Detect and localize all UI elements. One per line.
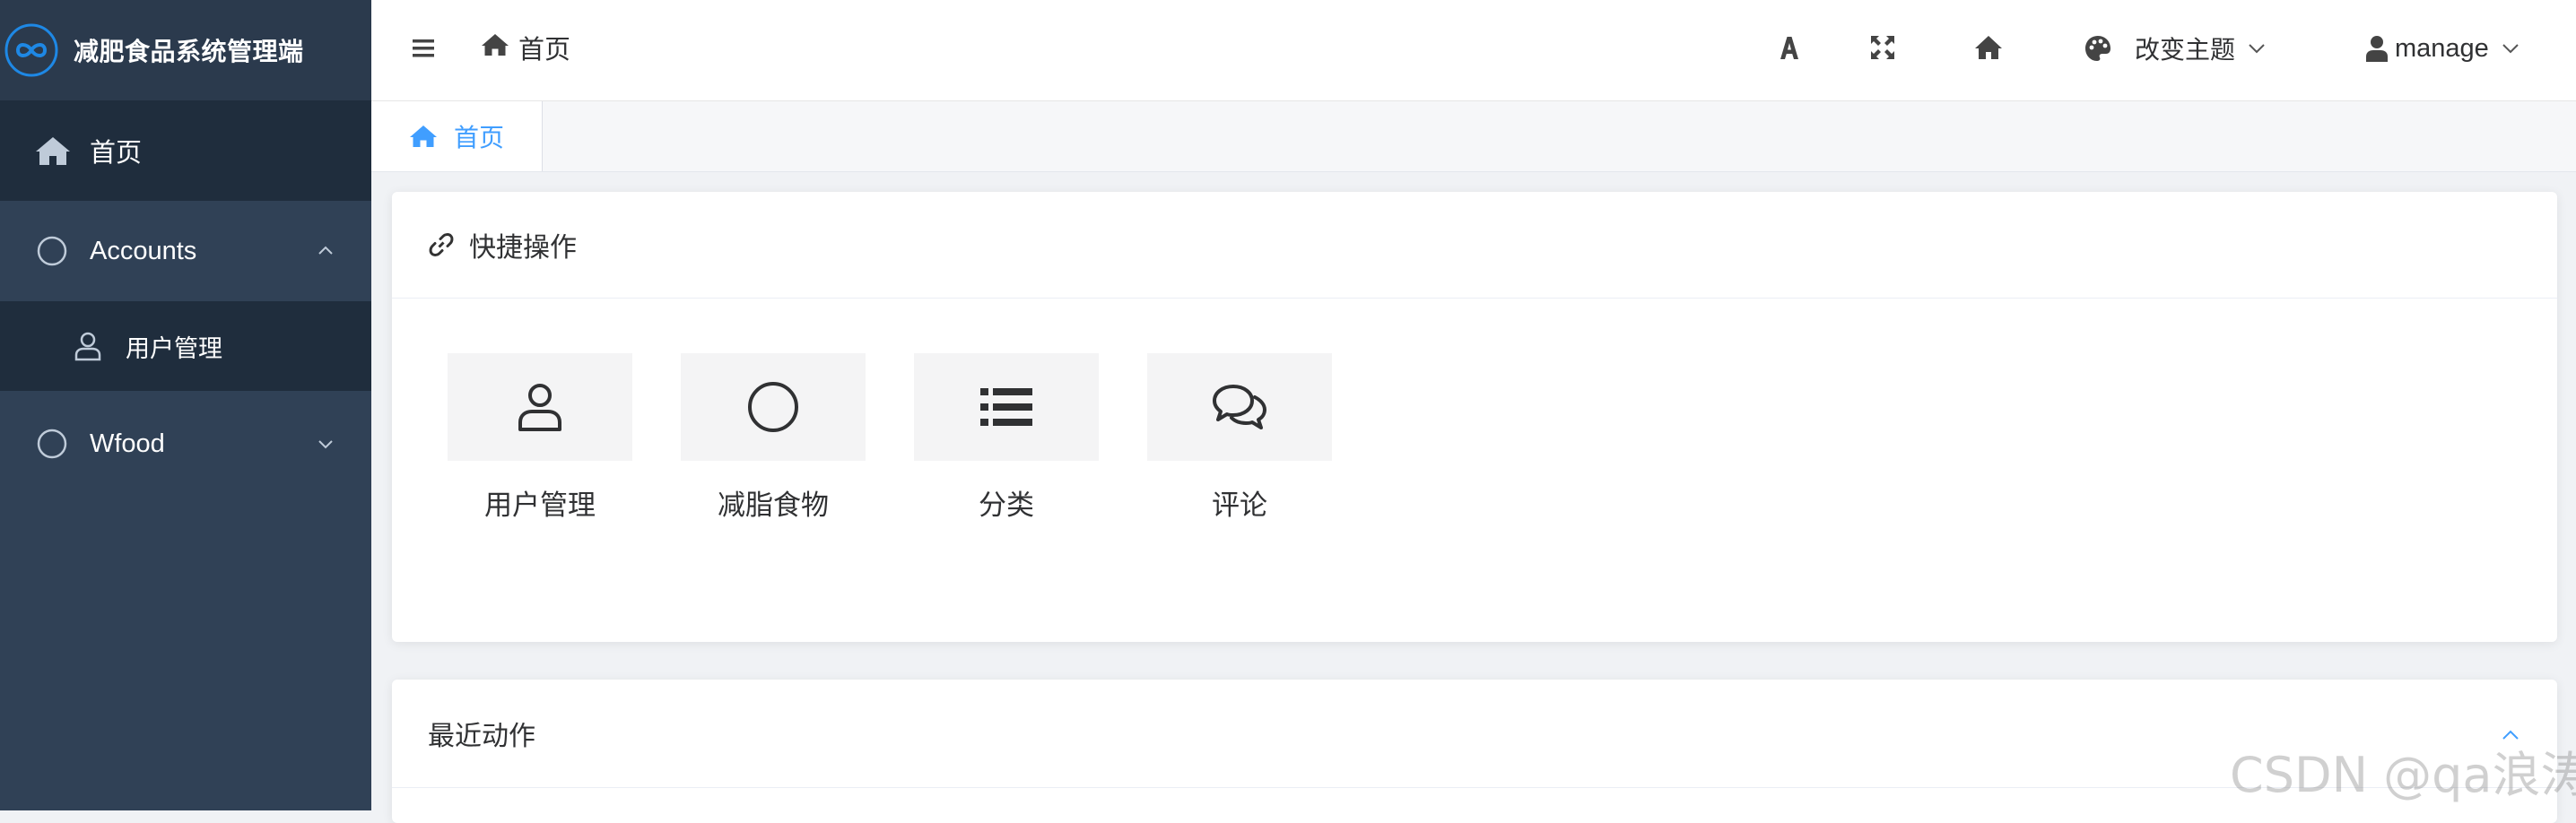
home-icon [36,137,70,165]
sidebar-subitem-label: 用户管理 [126,334,222,363]
user-icon [518,384,561,431]
chevron-down-icon [318,440,333,449]
shortcut-label: 评论 [1212,489,1267,522]
sidebar-item-wfood[interactable]: Wfood [0,391,371,497]
theme-dropdown[interactable]: 改变主题 [2083,27,2267,70]
infinity-logo-icon [4,23,58,77]
tag-home[interactable]: 首页 [371,101,543,171]
circle-icon [748,382,798,432]
list-icon [980,388,1032,426]
menu-icon[interactable] [411,32,436,65]
shortcut-tile [914,353,1099,461]
recent-actions-card: 最近动作 [392,680,2557,823]
shortcut-category[interactable]: 分类 [914,353,1099,523]
sidebar-item-accounts[interactable]: Accounts [0,201,371,301]
card-title: 最近动作 [428,721,535,752]
shortcut-label: 用户管理 [484,489,596,522]
breadcrumb[interactable]: 首页 [518,29,570,66]
user-icon [2366,36,2388,62]
shortcut-tile [1147,353,1332,461]
sidebar-subitem-user-management[interactable]: 用户管理 [0,301,371,391]
link-icon [429,233,454,256]
theme-label: 改变主题 [2135,35,2236,65]
card-title: 快捷操作 [469,232,577,264]
tag-label: 首页 [454,123,505,152]
home-icon[interactable] [1973,32,2004,63]
circle-icon [37,429,67,459]
card-header: 最近动作 [392,680,2557,788]
home-icon [410,126,437,147]
sidebar-item-label: Accounts [90,236,197,265]
app-title: 减肥食品系统管理端 [74,37,304,66]
brand[interactable]: 减肥食品系统管理端 [0,0,371,100]
shortcut-diet-food[interactable]: 减脂食物 [681,353,866,523]
chevron-down-icon [2249,44,2265,54]
circle-icon [37,236,67,266]
sidebar-item-label: Wfood [90,429,165,458]
top-navbar: 首页 改变主题 manage [371,0,2576,101]
palette-icon [2085,36,2110,61]
shortcut-comments[interactable]: 评论 [1147,353,1332,523]
card-header: 快捷操作 [392,192,2557,299]
user-dropdown[interactable]: manage [2364,27,2521,70]
user-icon [74,332,101,361]
font-size-icon[interactable] [1774,32,1805,63]
chevron-down-icon [2502,44,2519,54]
username-label: manage [2395,33,2489,63]
tags-view: 首页 [371,101,2576,172]
fullscreen-icon[interactable] [1867,32,1898,63]
chevron-up-icon [318,246,333,255]
sidebar: 减肥食品系统管理端 首页 Accounts 用户管理 Wfood [0,0,371,810]
shortcut-tile [681,353,866,461]
shortcut-tile [448,353,632,461]
comments-icon [1213,385,1266,429]
home-icon [482,34,509,56]
quick-actions-card: 快捷操作 用户管理 减脂食物 分类 评论 [392,192,2557,642]
shortcut-user-management[interactable]: 用户管理 [448,353,632,523]
shortcut-label: 分类 [979,489,1034,522]
chevron-up-icon[interactable] [2500,724,2521,746]
sidebar-item-home[interactable]: 首页 [0,100,371,201]
shortcut-label: 减脂食物 [718,489,829,522]
sidebar-item-label: 首页 [90,139,143,168]
